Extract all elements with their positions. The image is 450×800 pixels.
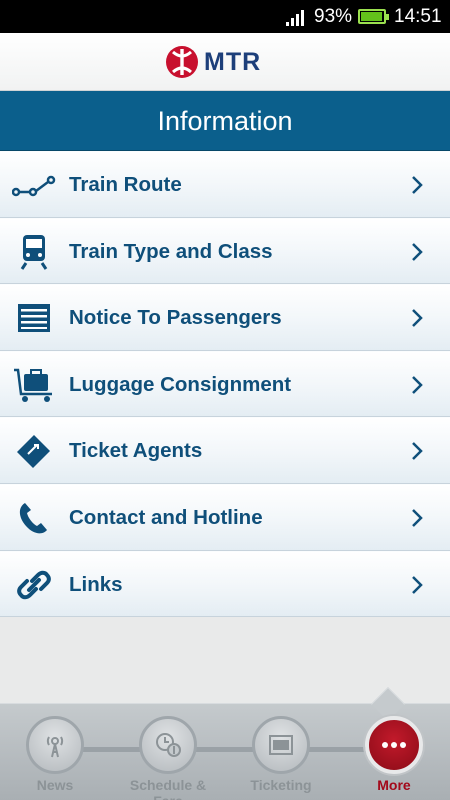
- information-menu: Train Route Train Type and Class Notice …: [0, 151, 450, 618]
- tab-label: More: [377, 777, 411, 793]
- bottom-tab-bar: News Schedule & Fare Ticketing More: [0, 687, 450, 800]
- menu-item-train-route[interactable]: Train Route: [0, 151, 450, 218]
- menu-item-label: Links: [69, 572, 123, 596]
- menu-item-label: Luggage Consignment: [69, 372, 292, 396]
- title-bar: Information: [0, 91, 450, 151]
- tab-more[interactable]: More: [349, 716, 439, 800]
- menu-item-label: Ticket Agents: [69, 439, 203, 463]
- tab-schedule-fare[interactable]: Schedule & Fare: [123, 716, 213, 800]
- tab-news[interactable]: News: [10, 716, 100, 800]
- menu-item-luggage[interactable]: Luggage Consignment: [0, 350, 450, 418]
- mtr-logo: MTR: [166, 46, 261, 78]
- menu-item-label: Contact and Hotline: [69, 505, 263, 529]
- tab-label: Ticketing: [250, 777, 312, 793]
- signal-icon: [286, 10, 304, 26]
- news-icon: [26, 716, 84, 774]
- logo-text: MTR: [204, 47, 262, 76]
- menu-item-label: Train Type and Class: [69, 239, 273, 263]
- chevron-right-icon: [412, 509, 423, 527]
- clock: 14:51: [394, 6, 442, 27]
- train-icon: [20, 234, 48, 270]
- chevron-right-icon: [412, 176, 423, 194]
- chevron-right-icon: [412, 242, 423, 261]
- notice-board-icon: [18, 304, 50, 333]
- menu-item-label: Notice To Passengers: [69, 306, 282, 330]
- menu-item-label: Train Route: [69, 173, 182, 196]
- logo-bar: MTR: [0, 33, 450, 91]
- battery-icon: [358, 9, 389, 24]
- battery-percent: 93%: [314, 6, 353, 27]
- chevron-right-icon: [412, 375, 423, 394]
- schedule-fare-icon: [139, 716, 197, 774]
- menu-item-links[interactable]: Links: [0, 550, 450, 618]
- menu-item-contact[interactable]: Contact and Hotline: [0, 483, 450, 551]
- luggage-cart-icon: [14, 368, 52, 402]
- more-icon: [365, 716, 423, 774]
- chevron-right-icon: [412, 442, 423, 461]
- phone-icon: [19, 502, 47, 534]
- status-bar: 93% 14:51: [0, 0, 450, 33]
- chevron-right-icon: [412, 575, 423, 594]
- tab-track: [55, 747, 395, 752]
- tab-ticketing[interactable]: Ticketing: [236, 716, 326, 800]
- menu-item-notice[interactable]: Notice To Passengers: [0, 284, 450, 351]
- mtr-logo-icon: [166, 46, 198, 78]
- chevron-right-icon: [412, 309, 423, 328]
- menu-item-train-type[interactable]: Train Type and Class: [0, 217, 450, 285]
- tab-label: Schedule & Fare: [129, 777, 207, 800]
- tab-label: News: [36, 777, 74, 793]
- menu-item-ticket-agents[interactable]: Ticket Agents: [0, 417, 450, 484]
- link-icon: [17, 570, 51, 599]
- route-icon: [12, 175, 56, 197]
- ticketing-icon: [252, 716, 310, 774]
- ticket-icon: [17, 435, 50, 469]
- page-title: Information: [157, 106, 293, 136]
